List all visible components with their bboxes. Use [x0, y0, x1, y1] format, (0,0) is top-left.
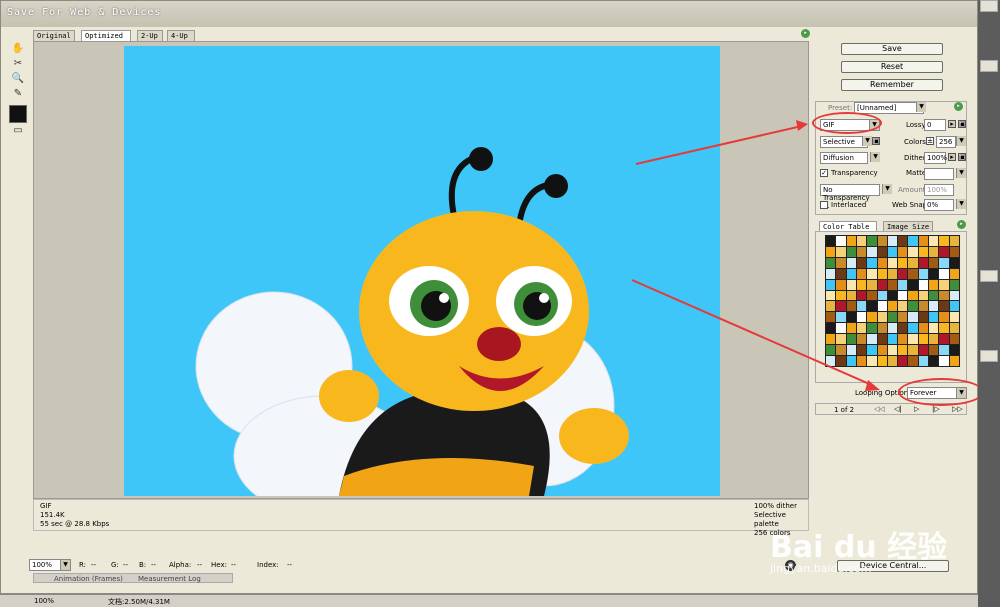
panel-collapse-3[interactable]	[980, 270, 998, 282]
baidu-watermark: Bai du 经验 jingyan.baidu.com	[770, 500, 970, 580]
panel-collapse-1[interactable]	[980, 0, 998, 12]
watermark-url: jingyan.baidu.com	[770, 562, 872, 575]
annotation-arrow-2	[631, 279, 875, 387]
status-document-size: 文档:2.50M/4.31M	[108, 598, 170, 606]
annotation-arrow-1	[635, 125, 803, 165]
panel-collapse-4[interactable]	[980, 350, 998, 362]
annotation-arrowhead-1	[796, 120, 808, 131]
panel-collapse-2[interactable]	[980, 60, 998, 72]
annotation-arrowhead-2	[865, 380, 880, 391]
status-bar: 100% 文档:2.50M/4.31M	[0, 594, 978, 607]
status-zoom: 100%	[34, 597, 55, 605]
photoshop-side-panels	[978, 0, 1000, 607]
watermark-brand: Bai du 经验	[770, 530, 948, 565]
